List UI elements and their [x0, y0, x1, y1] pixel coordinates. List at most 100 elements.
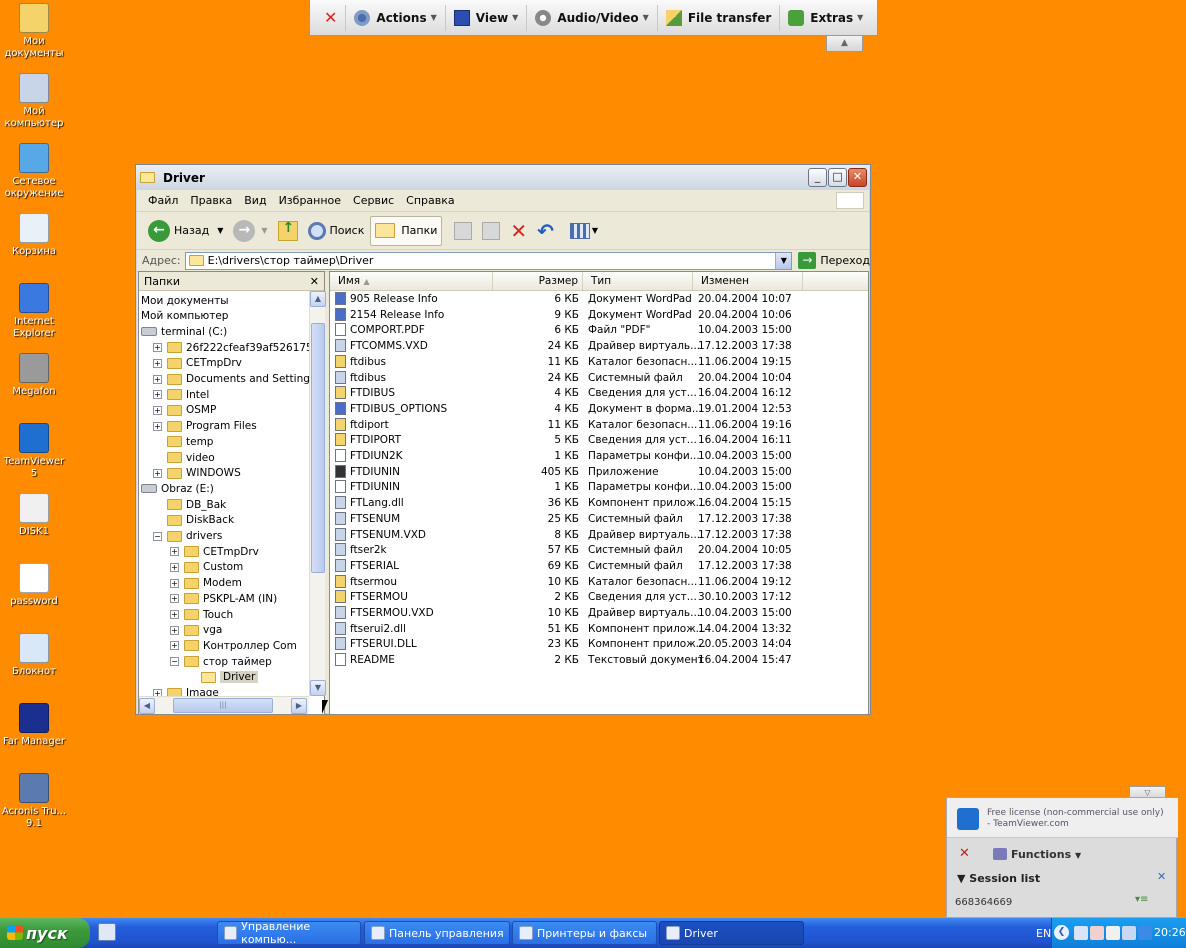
desktop-icon[interactable]: Сетевое окружение — [0, 143, 68, 200]
expand-icon[interactable]: + — [170, 641, 179, 651]
column-modified[interactable]: Изменен — [693, 272, 803, 290]
column-type[interactable]: Тип — [583, 272, 693, 290]
toolbar-collapse-tab[interactable]: ▲ — [826, 36, 863, 52]
tree-item[interactable]: + CETmpDrv — [153, 356, 242, 371]
file-row[interactable]: FTDIUN2K 1 КБ Параметры конфи... 10.04.2003… — [330, 449, 800, 465]
folders-button[interactable]: Папки — [370, 215, 443, 246]
network-tray-icon[interactable] — [1074, 926, 1088, 940]
close-pane-button[interactable]: ✕ — [310, 275, 319, 288]
desktop-icon[interactable]: Корзина — [0, 213, 68, 258]
file-row[interactable]: FTSENUM.VXD 8 КБ Драйвер виртуаль... 17.12.… — [330, 527, 800, 544]
file-row[interactable]: ftdiport 11 КБ Каталог безопасн... 11.06.20… — [330, 417, 800, 434]
audio-video-menu[interactable]: Audio/Video ▼ — [527, 4, 658, 31]
tree-item[interactable]: + WINDOWS — [153, 466, 241, 481]
session-options-icon[interactable]: ▾≡ — [1135, 894, 1148, 905]
actions-menu[interactable]: Actions ▼ — [346, 4, 446, 31]
expand-icon[interactable]: + — [153, 358, 162, 368]
address-dropdown-button[interactable]: ▼ — [775, 252, 792, 269]
menu-file[interactable]: Файл — [142, 194, 184, 207]
file-row[interactable]: FTDIUNIN 405 КБ Приложение 10.04.2003 15:00 — [330, 464, 800, 481]
tree-item[interactable]: Мой компьютер — [141, 309, 228, 324]
copy-to-button[interactable] — [478, 216, 504, 246]
clock[interactable]: 20:26 — [1154, 926, 1186, 939]
desktop-icon[interactable]: Megafon — [0, 353, 68, 398]
tree-item[interactable]: + Intel — [153, 387, 209, 402]
volume-tray-icon[interactable] — [1106, 926, 1120, 940]
scroll-thumb-horizontal[interactable]: ||| — [173, 698, 273, 713]
close-session-button[interactable]: ✕ — [316, 4, 347, 31]
tree-item[interactable]: + OSMP — [153, 403, 216, 418]
menu-tools[interactable]: Сервис — [347, 194, 400, 207]
file-row[interactable]: FTDIBUS 4 КБ Сведения для уст... 16.04.2004… — [330, 386, 800, 402]
tree-item[interactable]: − drivers — [153, 529, 222, 544]
file-row[interactable]: ftdibus 11 КБ Каталог безопасн... 11.06.200… — [330, 354, 800, 371]
menu-help[interactable]: Справка — [400, 194, 460, 207]
delete-button[interactable]: ✕ — [506, 216, 531, 246]
desktop-icon[interactable]: Far Manager — [0, 703, 68, 748]
expand-icon[interactable]: + — [153, 688, 162, 696]
desktop-icon[interactable]: Мой компьютер — [0, 73, 68, 130]
language-indicator[interactable]: EN — [1036, 927, 1051, 940]
file-row[interactable]: 2154 Release Info 9 КБ Документ WordPad 20.… — [330, 307, 800, 324]
tree-item[interactable]: DB_Bak — [153, 497, 226, 512]
file-row[interactable]: FTSERUI.DLL 23 КБ Компонент прилож... 20.05… — [330, 637, 800, 653]
taskbar-button[interactable]: Управление компью... — [217, 920, 361, 946]
file-row[interactable]: FTSENUM 25 КБ Системный файл 17.12.2003 17:… — [330, 511, 800, 528]
desktop-icon[interactable]: DISK1 — [0, 493, 68, 538]
expand-icon[interactable]: + — [153, 374, 162, 384]
tree-vertical-scrollbar[interactable]: ▲ ▼ — [309, 291, 326, 696]
expand-icon[interactable]: + — [153, 343, 162, 353]
file-row[interactable]: FTSERMOU.VXD 10 КБ Драйвер виртуаль... 10.0… — [330, 606, 800, 622]
file-row[interactable]: FTCOMMS.VXD 24 КБ Драйвер виртуаль... 17.12… — [330, 339, 800, 355]
tree-item[interactable]: + Custom — [170, 560, 243, 575]
desktop-icon[interactable]: password — [0, 563, 68, 608]
scroll-right-button[interactable]: ▶ — [291, 698, 307, 714]
tree-item[interactable]: − стор таймер — [170, 654, 272, 669]
scroll-thumb[interactable] — [311, 323, 325, 573]
desktop-icon[interactable]: Блокнот — [0, 633, 68, 678]
expand-icon[interactable]: + — [170, 594, 179, 604]
views-button[interactable]: ▼ — [566, 216, 602, 246]
tree-item[interactable]: + Контроллер Com — [170, 638, 297, 653]
tree-item[interactable]: Мои документы — [141, 293, 229, 308]
desktop-icon[interactable]: TeamViewer 5 — [0, 423, 68, 480]
teamviewer-tray-icon[interactable] — [1138, 926, 1152, 940]
scroll-down-button[interactable]: ▼ — [310, 680, 326, 696]
minimize-button[interactable]: _ — [808, 168, 827, 187]
session-id[interactable]: 668364669 — [955, 897, 1012, 908]
expand-icon[interactable]: + — [170, 547, 179, 557]
back-button[interactable]: ← Назад ▼ — [144, 216, 227, 246]
move-to-button[interactable] — [450, 216, 476, 246]
file-row[interactable]: FTDIPORT 5 КБ Сведения для уст... 16.04.200… — [330, 433, 800, 449]
file-row[interactable]: FTLang.dll 36 КБ Компонент прилож... 16.04.… — [330, 496, 800, 512]
scroll-up-button[interactable]: ▲ — [310, 291, 326, 307]
close-button[interactable]: ✕ — [848, 168, 867, 187]
tree-item[interactable]: + vga — [170, 623, 222, 638]
tree-item[interactable]: + PSKPL-AM (IN) — [170, 591, 277, 606]
column-name[interactable]: Имя ▲ — [330, 272, 493, 290]
file-row[interactable]: ftdibus 24 КБ Системный файл 20.04.2004 10:… — [330, 370, 800, 387]
expand-icon[interactable]: + — [170, 562, 179, 572]
display-tray-icon[interactable] — [1122, 926, 1136, 940]
tree-item[interactable]: + Modem — [170, 576, 242, 591]
desktop-icon[interactable]: Internet Explorer — [0, 283, 68, 340]
menu-edit[interactable]: Правка — [184, 194, 238, 207]
tree-item[interactable]: + Touch — [170, 607, 233, 622]
expand-icon[interactable]: + — [153, 468, 162, 478]
file-row[interactable]: COMPORT.PDF 6 КБ Файл "PDF" 10.04.2003 15:0… — [330, 323, 800, 339]
tree-horizontal-scrollbar[interactable]: ◀ ||| ▶ — [139, 696, 309, 714]
tree-item[interactable]: Driver — [187, 670, 259, 685]
address-input[interactable]: E:\drivers\стор таймер\Driver ▼ — [184, 251, 793, 270]
collapse-icon[interactable]: − — [153, 531, 162, 541]
up-folder-button[interactable]: ↑ — [274, 216, 302, 246]
show-desktop-icon[interactable] — [98, 923, 116, 941]
tray-expand-icon[interactable]: ❮ — [1054, 925, 1069, 940]
tree-item[interactable]: +26f222cfeaf39af52617518e — [153, 340, 309, 355]
tree-item[interactable]: + Documents and Settings — [153, 372, 309, 387]
desktop-icon[interactable]: Acronis Tru... 9.1 — [0, 773, 68, 830]
file-row[interactable]: 905 Release Info 6 КБ Документ WordPad 20.0… — [330, 292, 800, 308]
column-size[interactable]: Размер — [493, 272, 583, 290]
close-session-list-icon[interactable]: ✕ — [1157, 870, 1166, 883]
expand-icon[interactable]: + — [153, 405, 162, 415]
expand-icon[interactable]: + — [153, 390, 162, 400]
